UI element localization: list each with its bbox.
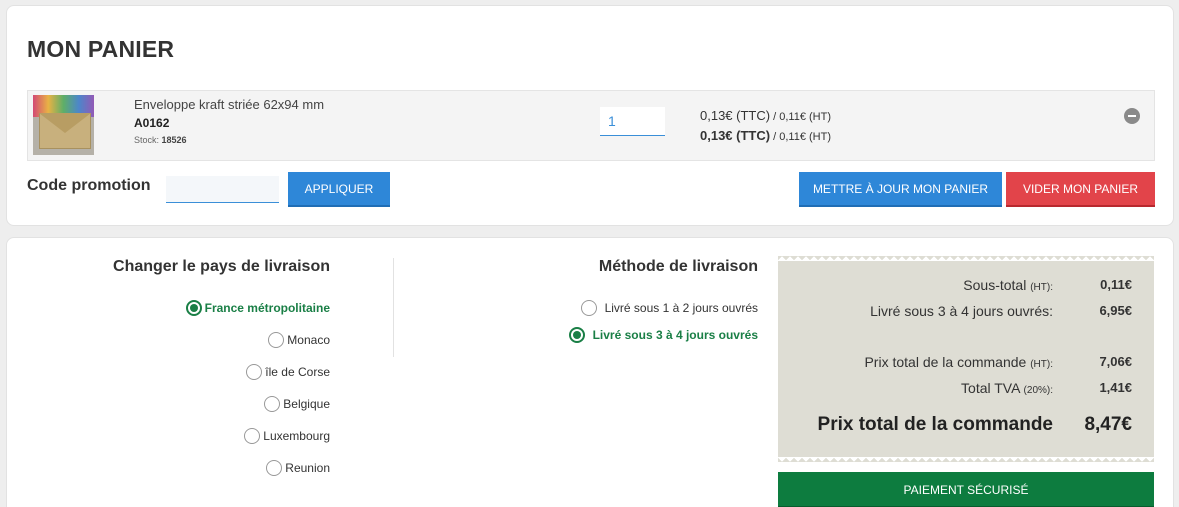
country-option-reunion[interactable]: Reunion: [266, 460, 330, 476]
secure-payment-button[interactable]: PAIEMENT SÉCURISÉ: [778, 472, 1154, 507]
quantity-input[interactable]: [600, 107, 665, 136]
unit-price-ht: 0,11€ (HT): [779, 111, 832, 123]
radio-selected-icon[interactable]: [568, 327, 585, 343]
total-ht-label: Prix total de la commande: [864, 354, 1027, 370]
shipping-cost-label: Livré sous 3 à 4 jours ouvrés:: [870, 303, 1053, 319]
unit-price-ttc: 0,13€ (TTC): [700, 108, 771, 123]
empty-cart-button[interactable]: VIDER MON PANIER: [1006, 172, 1155, 207]
order-summary: Sous-total (HT): 0,11€ Livré sous 3 à 4 …: [778, 256, 1154, 462]
stock-value: 18526: [161, 135, 187, 145]
radio-icon[interactable]: [264, 396, 281, 412]
page-title: MON PANIER: [27, 36, 175, 62]
product-stock: Stock: 18526: [134, 135, 187, 145]
line-total-price: 0,13€ (TTC) / 0,11€ (HT): [700, 128, 832, 143]
subtotal-label: Sous-total: [963, 277, 1027, 293]
zigzag-edge-bottom: [778, 456, 1154, 462]
total-ht-value: 7,06€: [1099, 354, 1132, 369]
delivery-option-fast[interactable]: Livré sous 1 à 2 jours ouvrés: [580, 300, 758, 316]
line-total-ht: 0,11€ (HT): [779, 131, 832, 143]
grand-total-value: 8,47€: [1084, 414, 1132, 435]
product-name[interactable]: Enveloppe kraft striée 62x94 mm: [134, 97, 324, 112]
country-option-belgique[interactable]: Belgique: [264, 396, 330, 412]
radio-icon[interactable]: [266, 460, 283, 476]
update-cart-button[interactable]: METTRE À JOUR MON PANIER: [799, 172, 1002, 207]
grand-total-label: Prix total de la commande: [817, 414, 1053, 435]
shipping-panel: Changer le pays de livraison France métr…: [6, 237, 1174, 507]
stock-label: Stock:: [134, 135, 160, 145]
zigzag-edge-top: [778, 256, 1154, 262]
remove-item-icon[interactable]: [1124, 108, 1140, 124]
unit-price: 0,13€ (TTC) / 0,11€ (HT): [700, 108, 832, 123]
delivery-method-title: Méthode de livraison: [598, 258, 758, 275]
country-option-monaco[interactable]: Monaco: [268, 332, 330, 348]
radio-icon[interactable]: [244, 428, 261, 444]
country-option-corse[interactable]: île de Corse: [246, 364, 330, 380]
radio-icon[interactable]: [268, 332, 285, 348]
apply-promo-button[interactable]: APPLIQUER: [288, 172, 390, 207]
section-divider: [393, 258, 394, 357]
shipping-cost-value: 6,95€: [1099, 303, 1132, 318]
vat-value: 1,41€: [1099, 380, 1132, 395]
product-image[interactable]: [33, 95, 94, 155]
cart-item-row: Enveloppe kraft striée 62x94 mm A0162 St…: [27, 90, 1155, 161]
subtotal-value: 0,11€: [1100, 277, 1132, 292]
vat-label: Total TVA: [961, 380, 1020, 396]
cart-panel: MON PANIER Enveloppe kraft striée 62x94 …: [6, 5, 1174, 226]
country-option-france[interactable]: France métropolitaine: [185, 300, 330, 316]
delivery-option-standard[interactable]: Livré sous 3 à 4 jours ouvrés: [568, 327, 758, 343]
radio-icon[interactable]: [580, 300, 597, 316]
promo-code-label: Code promotion: [27, 177, 151, 194]
country-section-title: Changer le pays de livraison: [113, 258, 330, 275]
promo-code-input[interactable]: [166, 176, 279, 203]
country-option-luxembourg[interactable]: Luxembourg: [244, 428, 330, 444]
radio-selected-icon[interactable]: [185, 300, 202, 316]
radio-icon[interactable]: [246, 364, 263, 380]
line-total-ttc: 0,13€ (TTC): [700, 128, 771, 143]
product-reference: A0162: [134, 116, 170, 130]
